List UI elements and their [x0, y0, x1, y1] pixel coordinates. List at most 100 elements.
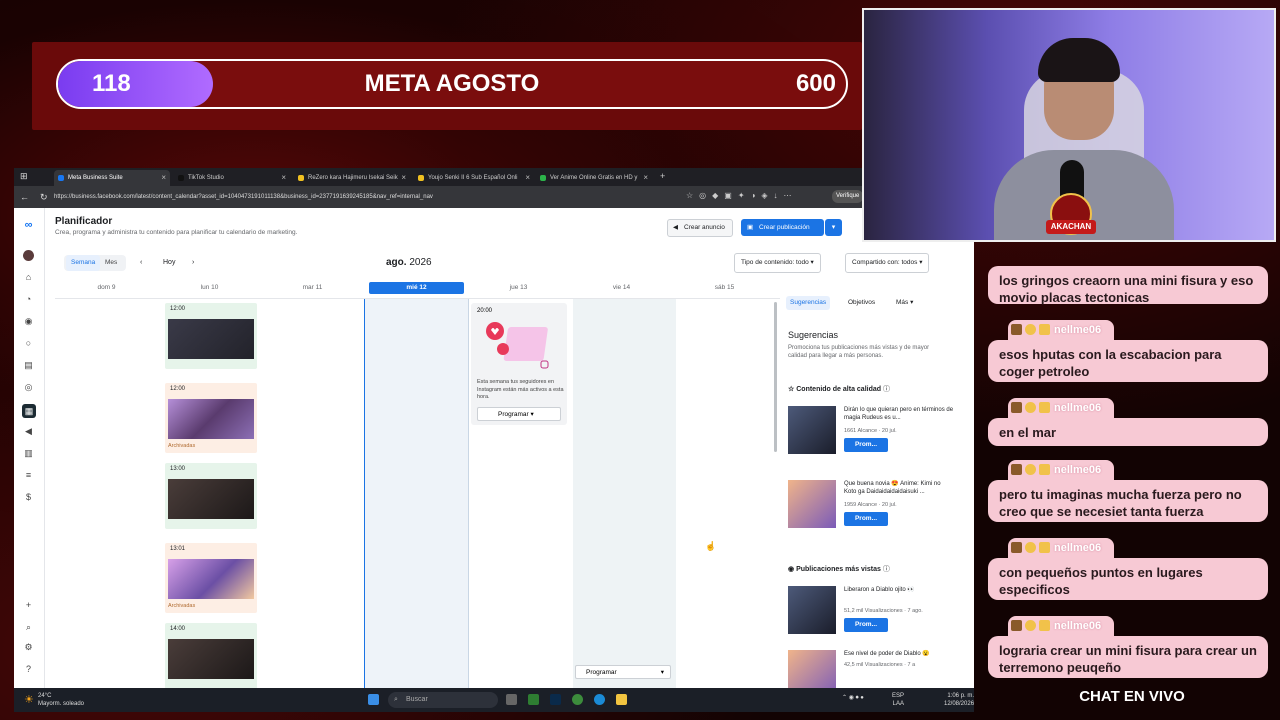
notifications-icon[interactable]: ◔: [23, 294, 34, 305]
messenger-icon[interactable]: ◉: [23, 316, 34, 327]
suggestion-item: Que buena novia 😍 Anime: Kimi no Koto ga…: [788, 480, 956, 532]
create-post-dropdown[interactable]: ▾: [825, 219, 842, 236]
settings-icon[interactable]: ⚙: [23, 642, 34, 653]
schedule-friday-button[interactable]: Programar ▾: [575, 665, 671, 679]
view-week-button[interactable]: Semana: [66, 255, 101, 271]
view-month-button[interactable]: Mes: [100, 255, 122, 271]
weather-widget[interactable]: 24°C Mayorm. soleado: [38, 692, 84, 708]
post-thumbnail: [788, 480, 836, 528]
inbox-icon[interactable]: ◎: [23, 382, 34, 393]
verify-button[interactable]: Verifique: [832, 190, 864, 203]
calendar-scrollbar[interactable]: [774, 302, 777, 452]
photoshop-icon[interactable]: [550, 694, 561, 705]
today-column[interactable]: [364, 299, 469, 688]
close-icon[interactable]: ×: [643, 170, 648, 186]
new-tab-button[interactable]: +: [660, 170, 665, 182]
chat-username: nellme06: [1008, 460, 1114, 480]
chat-message: esos hputas con la escabacion para coger…: [988, 340, 1268, 382]
search-icon[interactable]: ⌕: [23, 622, 34, 633]
today-button[interactable]: Hoy: [163, 255, 175, 271]
channel-badge: AKACHAN: [1040, 192, 1102, 240]
scheduled-post[interactable]: 12:00: [165, 303, 257, 369]
reload-icon[interactable]: ↻: [40, 191, 48, 203]
meta-logo-icon[interactable]: ∞: [23, 220, 34, 231]
badge-label: AKACHAN: [1050, 222, 1092, 231]
crown-icon: [1039, 324, 1050, 335]
avatar[interactable]: [23, 250, 34, 261]
edge-icon[interactable]: [594, 694, 605, 705]
ads-icon[interactable]: ◀: [23, 426, 34, 437]
planner-calendar-icon[interactable]: ▦: [22, 404, 36, 418]
tab-youjo-senki[interactable]: Youjo Senki II 6 Sub Español Onli ×: [414, 170, 534, 186]
close-icon[interactable]: ×: [401, 170, 406, 186]
menu-icon[interactable]: ≡: [23, 470, 34, 481]
archived-post[interactable]: 12:00 Archivadas: [165, 383, 257, 453]
create-ad-button[interactable]: ◀ Crear anuncio: [667, 219, 733, 237]
tab-ver-anime[interactable]: Ver Anime Online Gratis en HD y ×: [536, 170, 652, 186]
prev-week-icon[interactable]: ‹: [140, 255, 142, 271]
tab-rezero[interactable]: ReZero kara Hajimeru Isekai Seik ×: [294, 170, 410, 186]
chat-username: nellme06: [1008, 616, 1114, 636]
meta-icon: [58, 175, 64, 181]
archived-post[interactable]: 13:01 Archivadas: [165, 543, 257, 613]
badge-icon: [1011, 464, 1022, 475]
page-title: Planificador: [55, 216, 113, 227]
scheduled-post[interactable]: 14:00: [165, 623, 257, 688]
tab-more[interactable]: Más ▾: [892, 296, 917, 310]
anime-site-icon: [298, 175, 304, 181]
eye-icon: ◉: [788, 566, 795, 573]
tab-search-icon[interactable]: ⊞: [20, 170, 28, 182]
tab-suggestions[interactable]: Sugerencias: [786, 296, 831, 310]
windows-start-icon[interactable]: [368, 694, 379, 705]
close-icon[interactable]: ×: [161, 170, 166, 186]
close-icon[interactable]: ×: [525, 170, 530, 186]
add-icon[interactable]: +: [23, 600, 34, 611]
promote-button[interactable]: Prom...: [844, 512, 888, 526]
chat-message: lograria crear un mini fisura para crear…: [988, 636, 1268, 678]
create-post-button[interactable]: ▣ Crear publicación: [741, 219, 824, 236]
back-icon[interactable]: ←: [20, 191, 29, 203]
home-icon[interactable]: ⌂: [23, 272, 34, 283]
content-icon[interactable]: ▤: [23, 360, 34, 371]
clock[interactable]: 1:06 p. m. 12/08/2026: [944, 692, 974, 708]
promote-button[interactable]: Prom...: [844, 438, 888, 452]
file-explorer-icon[interactable]: [616, 694, 627, 705]
taskbar-search[interactable]: ⌕ Buscar: [388, 692, 498, 708]
language-indicator[interactable]: ESP LAA: [892, 692, 904, 708]
post-time: 12:00: [170, 306, 186, 312]
chat-title: CHAT EN VIVO: [1079, 688, 1185, 705]
edit-icon: ▣: [747, 224, 754, 231]
badge-icon: [1011, 402, 1022, 413]
temperature: 24°C: [38, 693, 52, 699]
day-sun: dom 9: [97, 284, 116, 291]
url-field[interactable]: https://business.facebook.com/latest/con…: [54, 191, 674, 203]
shared-filter[interactable]: Compartido con: todos ▾: [845, 253, 930, 273]
chevron-down-icon: ▾: [530, 411, 534, 418]
close-icon[interactable]: ×: [281, 170, 286, 186]
task-view-icon[interactable]: [506, 694, 517, 705]
tab-goals[interactable]: Objetivos: [844, 296, 879, 310]
friday-column[interactable]: [573, 299, 676, 688]
streamer-hair: [1038, 38, 1120, 82]
tab-meta-business[interactable]: Meta Business Suite ×: [54, 170, 170, 186]
insights-icon[interactable]: ▥: [23, 448, 34, 459]
extension-icons[interactable]: ☆◎◆▣✦◑◈↓⋯: [686, 191, 798, 200]
billing-icon[interactable]: $: [23, 492, 34, 503]
content-type-filter[interactable]: Tipo de contenido: todo ▾: [734, 253, 821, 273]
post-thumbnail: [788, 586, 836, 634]
scheduled-post[interactable]: 13:00: [165, 463, 257, 529]
chrome-icon[interactable]: [572, 694, 583, 705]
help-icon[interactable]: ?: [23, 664, 34, 675]
meta-business-suite-page: ∞ ⌂ ◔ ◉ ○ ▤ ◎ ▦ ◀ ▥ ≡ $ + ⌕ ⚙ ? Planific…: [14, 208, 974, 688]
live-chat: los gringos creaorn una mini fisura y es…: [988, 262, 1276, 682]
chevron-down-icon: ▾: [660, 669, 664, 676]
app-icon[interactable]: [528, 694, 539, 705]
star-icon: ☆: [788, 386, 795, 393]
schedule-button[interactable]: Programar ▾: [477, 407, 561, 421]
tab-tiktok[interactable]: TikTok Studio ×: [174, 170, 290, 186]
system-tray-icons[interactable]: ⌃ ◉ ⏺ ●: [842, 694, 864, 702]
promote-button[interactable]: Prom...: [844, 618, 888, 632]
next-week-icon[interactable]: ›: [192, 255, 194, 271]
instagram-icon[interactable]: ○: [23, 338, 34, 349]
suggestion-title: Ese nivel de poder de Diablo 😮: [844, 651, 930, 657]
